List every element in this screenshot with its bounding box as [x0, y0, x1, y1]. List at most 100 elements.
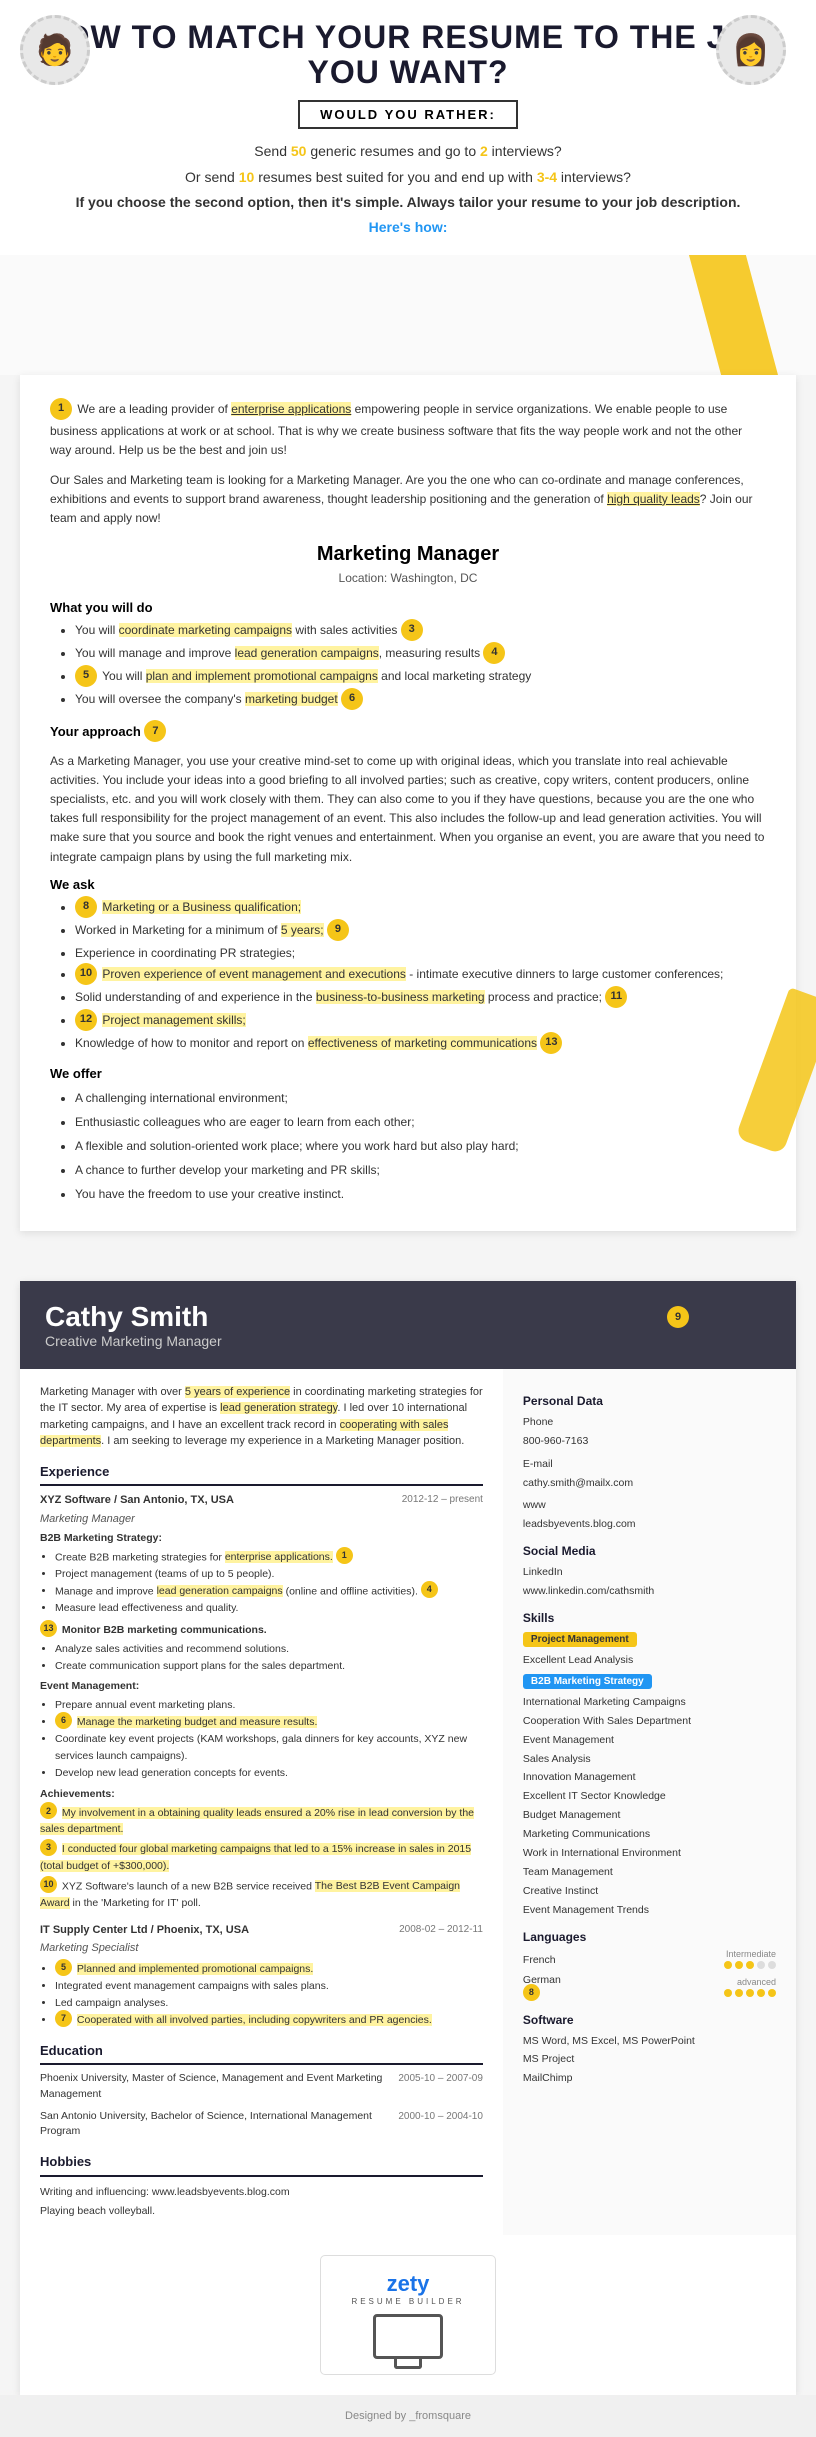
- avatar-left: 🧑: [20, 15, 100, 95]
- circle-6-resume: 6: [55, 1712, 72, 1729]
- hobbies-label: Hobbies: [40, 2152, 483, 2177]
- skill-b2b-strategy: B2B Marketing Strategy: [523, 1672, 776, 1691]
- circle-9-resume: 9: [667, 1306, 689, 1328]
- b2b-list: Create B2B marketing strategies for ente…: [40, 1549, 483, 1617]
- skills-list: Project Management Excellent Lead Analys…: [523, 1630, 776, 1920]
- circle-10: 10: [75, 963, 97, 985]
- job-1-role: Marketing Manager: [40, 1511, 483, 1528]
- software-list: MS Word, MS Excel, MS PowerPoint MS Proj…: [523, 2032, 776, 2089]
- resume-right-column: Personal Data Phone 800-960-7163 E-mail …: [503, 1369, 796, 2236]
- dot-4: [757, 1961, 765, 1969]
- task-4: You will oversee the company's marketing…: [75, 689, 766, 712]
- edu-1-period: 2005-10 – 2007-09: [398, 2071, 483, 2086]
- email-value: cathy.smith@mailx.com: [523, 1474, 776, 1493]
- circle-5: 5: [75, 665, 97, 687]
- job-intro-2: Our Sales and Marketing team is looking …: [50, 471, 766, 529]
- resume-left-column: Marketing Manager with over 5 years of e…: [20, 1369, 503, 2236]
- offer-5: You have the freedom to use your creativ…: [75, 1182, 766, 1206]
- heres-how: Here's how:: [30, 215, 786, 240]
- personal-data: Phone 800-960-7163 E-mail cathy.smith@ma…: [523, 1413, 776, 1534]
- footer-section: Designed by _fromsquare: [0, 2395, 816, 2437]
- circle-1: 1: [50, 398, 72, 420]
- req-4: 10 Proven experience of event management…: [75, 964, 766, 987]
- lang-german-right: advanced: [719, 1977, 776, 1999]
- highlight-enterprise: enterprise applications: [231, 402, 351, 416]
- languages-title: Languages: [523, 1930, 776, 1944]
- job-2-role: Marketing Specialist: [40, 1940, 483, 1957]
- sw-1: MS Word, MS Excel, MS PowerPoint: [523, 2032, 776, 2051]
- we-offer-title: We offer: [50, 1066, 766, 1081]
- event-2: 6 Manage the marketing budget and measur…: [55, 1714, 483, 1731]
- dot-g1: [724, 1989, 732, 1997]
- skill-event-mgmt: Event Management: [523, 1731, 776, 1750]
- lang-french: French Intermediate: [523, 1949, 776, 1971]
- dot-2: [735, 1961, 743, 1969]
- phone-label: Phone: [523, 1413, 776, 1432]
- skill-creative: Creative Instinct: [523, 1882, 776, 1901]
- circle-1-resume: 1: [336, 1547, 353, 1564]
- lang-french-dots: [724, 1961, 776, 1969]
- lang-french-level: Intermediate: [719, 1949, 776, 1959]
- monitor-label: 13 Monitor B2B marketing communications.: [40, 1622, 483, 1639]
- monitor-1: Analyze sales activities and recommend s…: [55, 1641, 483, 1658]
- tasks-list: You will coordinate marketing campaigns …: [50, 620, 766, 712]
- languages-list: French Intermediate: [523, 1949, 776, 2003]
- hobby-2: Playing beach volleyball.: [40, 2202, 483, 2221]
- circle-10-ach: 10: [40, 1876, 57, 1893]
- resume-header: 9 Cathy Smith Creative Marketing Manager: [20, 1281, 796, 1369]
- your-approach-title: Your approach 7: [50, 722, 766, 744]
- line3: If you choose the second option, then it…: [76, 194, 741, 210]
- highlighter-area-top: [0, 255, 816, 375]
- zety-area: zety RESUME BUILDER: [20, 2235, 796, 2395]
- personal-data-title: Personal Data: [523, 1394, 776, 1408]
- resume-intro: Marketing Manager with over 5 years of e…: [40, 1384, 483, 1450]
- job-location: Location: Washington, DC: [50, 571, 766, 585]
- lang-german-left: German 8: [523, 1974, 561, 2003]
- edu-1-header: 2005-10 – 2007-09 Phoenix University, Ma…: [40, 2071, 483, 2103]
- b2b-1: Create B2B marketing strategies for ente…: [55, 1549, 483, 1566]
- header-text: Send 50 generic resumes and go to 2 inte…: [30, 139, 786, 240]
- job-intro-1: 1 We are a leading provider of enterpris…: [50, 400, 766, 460]
- monitor-list: Analyze sales activities and recommend s…: [40, 1641, 483, 1675]
- job-2-header: 2008-02 – 2012-11 IT Supply Center Ltd /…: [40, 1922, 483, 1941]
- offer-3: A flexible and solution-oriented work pl…: [75, 1134, 766, 1158]
- page-title: HOW TO MATCH YOUR RESUME TO THE JOB YOU …: [30, 20, 786, 90]
- b2b-label: B2B Marketing Strategy:: [40, 1531, 483, 1547]
- circle-3-ach: 3: [40, 1839, 57, 1856]
- skill-sales-analysis: Sales Analysis: [523, 1750, 776, 1769]
- linkedin-label: LinkedIn: [523, 1563, 776, 1582]
- skill-intl-campaigns: International Marketing Campaigns: [523, 1693, 776, 1712]
- circle-5-job2: 5: [55, 1959, 72, 1976]
- zety-box: zety RESUME BUILDER: [320, 2255, 495, 2375]
- skill-budget: Budget Management: [523, 1806, 776, 1825]
- event-mgmt-label: Event Management:: [40, 1679, 483, 1695]
- linkedin-value: www.linkedin.com/cathsmith: [523, 1582, 776, 1601]
- monitor-stand: [394, 2359, 422, 2369]
- what-you-will-do-title: What you will do: [50, 600, 766, 615]
- job-1-header: 2012-12 – present XYZ Software / San Ant…: [40, 1492, 483, 1511]
- resume-title: Creative Marketing Manager: [45, 1333, 771, 1349]
- achievement-2: 3 I conducted four global marketing camp…: [40, 1841, 483, 1875]
- dot-g2: [735, 1989, 743, 1997]
- email-label: E-mail: [523, 1455, 776, 1474]
- offer-1: A challenging international environment;: [75, 1086, 766, 1110]
- lang-german-level: advanced: [719, 1977, 776, 1987]
- dot-g5: [768, 1989, 776, 1997]
- skill-badge-pm: Project Management: [523, 1632, 637, 1647]
- circle-12: 12: [75, 1009, 97, 1031]
- job2-3: Led campaign analyses.: [55, 1995, 483, 2012]
- job-1-period: 2012-12 – present: [402, 1492, 483, 1507]
- highlighter-top: [686, 255, 781, 375]
- edu-2: 2000-10 – 2004-10 San Antonio University…: [40, 2109, 483, 2141]
- circle-8-lang: 8: [523, 1984, 540, 2001]
- hobby-1: Writing and influencing: www.leadsbyeven…: [40, 2183, 483, 2202]
- monitor-shape: [373, 2314, 443, 2359]
- circle-11: 11: [605, 986, 627, 1008]
- lang-german: German 8 advanced: [523, 1974, 776, 2003]
- dot-1: [724, 1961, 732, 1969]
- circle-3: 3: [401, 619, 423, 641]
- highlighter-right: [761, 991, 811, 1151]
- lang-french-name: French: [523, 1954, 556, 1966]
- circle-4-resume: 4: [421, 1581, 438, 1598]
- b2b-2: Project management (teams of up to 5 peo…: [55, 1566, 483, 1583]
